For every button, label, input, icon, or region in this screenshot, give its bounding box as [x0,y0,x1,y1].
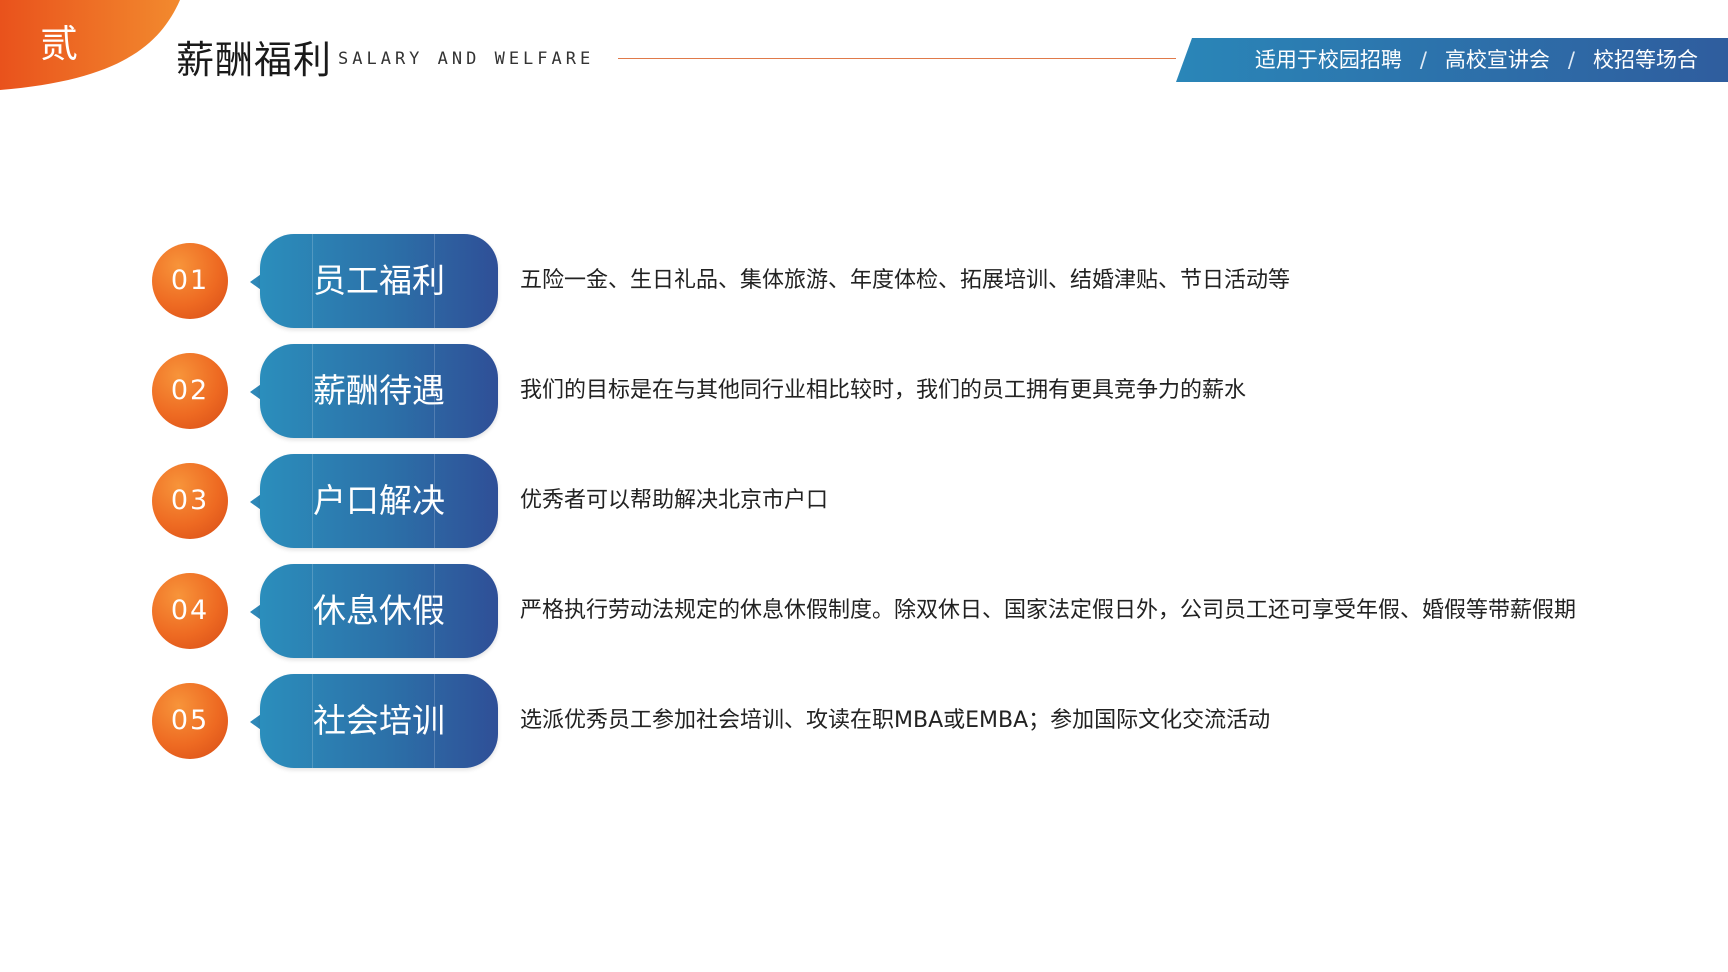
page-subtitle: SALARY AND WELFARE [338,49,595,69]
welfare-item: 03 户口解决 优秀者可以帮助解决北京市户口 [150,454,1580,550]
page-title: 薪酬福利 [176,38,333,82]
corner-shape [0,0,180,90]
item-title: 薪酬待遇 [313,371,445,410]
item-title: 休息休假 [313,591,445,630]
welfare-item: 01 员工福利 五险一金、生日礼品、集体旅游、年度体检、拓展培训、结婚津贴、节日… [150,234,1580,330]
banner-separator: / [1567,48,1575,72]
item-title-pill: 休息休假 [260,564,498,658]
banner-item-campus-events: 校招等场合 [1593,48,1698,72]
item-number-badge: 03 [152,463,228,539]
item-description-text: 选派优秀员工参加社会培训、攻读在职MBA或EMBA；参加国际文化交流活动 [520,708,1271,733]
item-number-badge: 05 [152,683,228,759]
item-description: 优秀者可以帮助解决北京市户口 [520,454,1580,548]
item-title-pill: 社会培训 [260,674,498,768]
item-title-pill: 员工福利 [260,234,498,328]
banner-item-university-talk: 高校宣讲会 [1444,48,1550,72]
item-description-text: 优秀者可以帮助解决北京市户口 [520,488,829,513]
item-title: 户口解决 [313,481,445,520]
item-title-pill: 薪酬待遇 [260,344,498,438]
welfare-item: 04 休息休假 严格执行劳动法规定的休息休假制度。除双休日、国家法定假日外，公司… [150,564,1580,660]
item-number-badge: 02 [152,353,228,429]
usage-banner: 适用于校园招聘 / 高校宣讲会 / 校招等场合 [1176,38,1728,82]
welfare-item: 02 薪酬待遇 我们的目标是在与其他同行业相比较时，我们的员工拥有更具竞争力的薪… [150,344,1580,440]
item-description: 五险一金、生日礼品、集体旅游、年度体检、拓展培训、结婚津贴、节日活动等 [520,234,1580,328]
banner-separator: / [1419,48,1427,72]
welfare-item: 05 社会培训 选派优秀员工参加社会培训、攻读在职MBA或EMBA；参加国际文化… [150,674,1580,770]
item-description-text: 我们的目标是在与其他同行业相比较时，我们的员工拥有更具竞争力的薪水 [520,378,1247,403]
corner-badge: 贰 [0,0,182,92]
item-description: 我们的目标是在与其他同行业相比较时，我们的员工拥有更具竞争力的薪水 [520,344,1580,438]
item-description-text: 严格执行劳动法规定的休息休假制度。除双休日、国家法定假日外，公司员工还可享受年假… [520,598,1577,623]
item-title-pill: 户口解决 [260,454,498,548]
item-description-text: 五险一金、生日礼品、集体旅游、年度体检、拓展培训、结婚津贴、节日活动等 [520,268,1291,293]
item-number-badge: 01 [152,243,228,319]
item-title: 社会培训 [313,701,445,740]
section-number-label: 贰 [40,22,79,66]
item-title: 员工福利 [313,261,445,300]
banner-text: 适用于校园招聘 / 高校宣讲会 / 校招等场合 [1255,38,1698,82]
title-divider [618,58,1176,59]
item-description: 选派优秀员工参加社会培训、攻读在职MBA或EMBA；参加国际文化交流活动 [520,674,1580,768]
item-number-badge: 04 [152,573,228,649]
item-description: 严格执行劳动法规定的休息休假制度。除双休日、国家法定假日外，公司员工还可享受年假… [520,564,1580,658]
banner-item-campus-recruiting: 适用于校园招聘 [1254,48,1402,72]
